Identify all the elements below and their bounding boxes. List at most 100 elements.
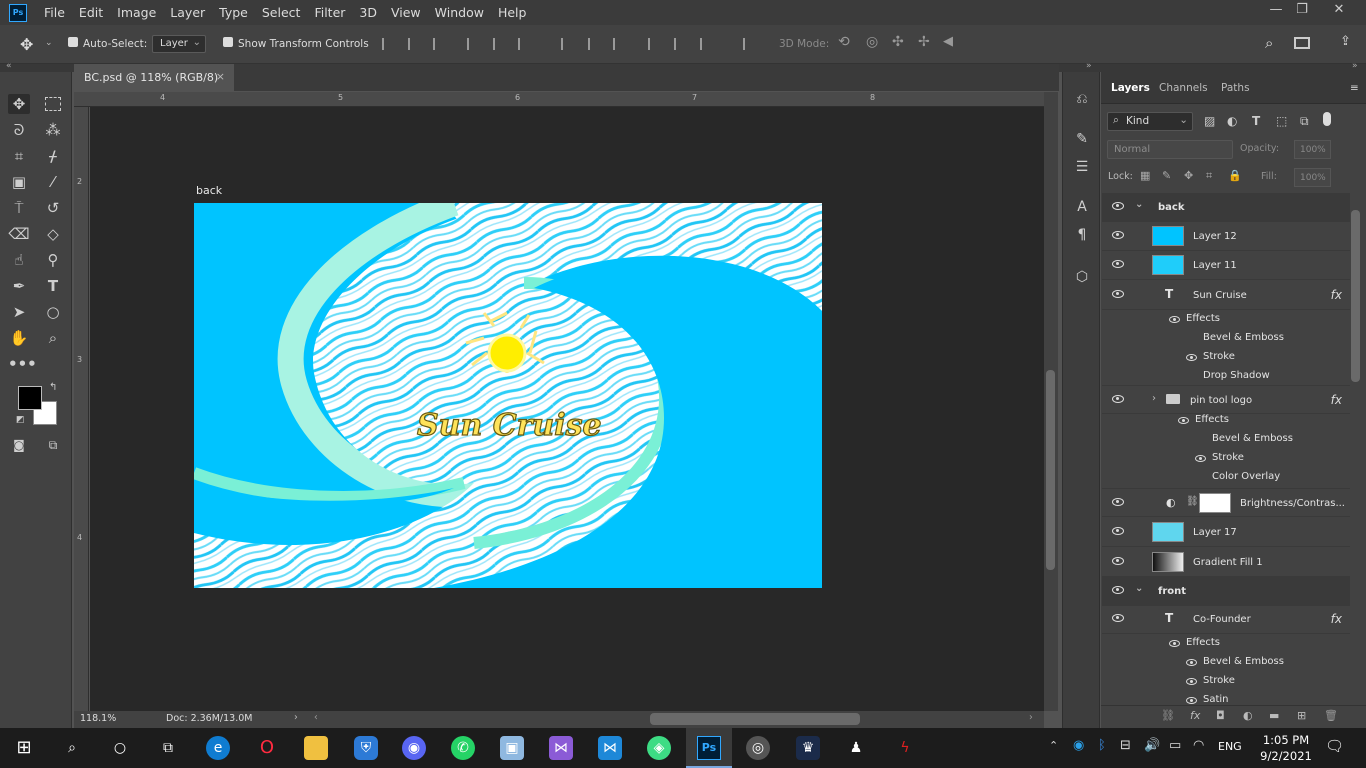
fx-badge[interactable]: fx <box>1331 393 1342 407</box>
3d-viewer-icon[interactable]: ▣ <box>500 736 524 760</box>
scroll-right-icon[interactable]: › <box>1029 712 1033 723</box>
fx-badge[interactable]: fx <box>1331 612 1342 626</box>
vscode-icon[interactable]: ⋈ <box>598 736 622 760</box>
visibility-eye-icon[interactable] <box>1112 557 1124 565</box>
menu-help[interactable]: Help <box>498 5 527 20</box>
3d-drag-icon[interactable]: ✣ <box>892 34 904 50</box>
quick-mask-icon[interactable]: ◙ <box>8 435 30 455</box>
swap-colors-icon[interactable]: ↰ <box>49 382 57 393</box>
horizontal-scroll-thumb[interactable] <box>650 713 860 725</box>
fx-badge[interactable]: fx <box>1331 288 1342 302</box>
collapse-mid-icon[interactable]: » <box>1086 61 1092 71</box>
visibility-eye-icon[interactable] <box>1169 316 1180 323</box>
lock-all-icon[interactable]: 🔒 <box>1228 169 1242 182</box>
brush-tool-icon[interactable]: ⁄ <box>42 172 64 192</box>
align-left-icon[interactable] <box>467 38 479 50</box>
3d-roll-icon[interactable]: ◎ <box>866 34 878 50</box>
character-panel-icon[interactable]: A <box>1073 198 1091 216</box>
discord-icon[interactable]: ◉ <box>402 736 426 760</box>
media-app-icon[interactable]: ◎ <box>746 736 770 760</box>
lock-position-icon[interactable]: ✥ <box>1184 169 1193 182</box>
foreground-color-swatch[interactable] <box>18 386 42 410</box>
panel-menu-icon[interactable]: ≡ <box>1350 82 1359 94</box>
healing-brush-tool-icon[interactable]: ▣ <box>8 172 30 192</box>
tray-edge-icon[interactable]: ◉ <box>1073 738 1084 753</box>
link-layers-icon[interactable]: ⛓ <box>1161 709 1175 722</box>
blend-mode-dropdown[interactable]: Normal <box>1107 140 1233 159</box>
effect-stroke[interactable]: Stroke <box>1102 449 1350 468</box>
search-icon[interactable]: ⌕ <box>1265 34 1273 52</box>
visibility-eye-icon[interactable] <box>1112 202 1124 210</box>
distribute-hcenter-icon[interactable] <box>674 38 686 50</box>
paragraph-panel-icon[interactable]: ¶ <box>1073 226 1091 244</box>
layer-row-brightness-contrast[interactable]: ◐ ⛓ Brightness/Contras... <box>1102 488 1350 517</box>
effect-bevel-emboss[interactable]: Bevel & Emboss <box>1102 430 1350 449</box>
distribute-right-icon[interactable] <box>700 38 712 50</box>
magic-wand-tool-icon[interactable]: ⁂ <box>42 120 64 140</box>
menu-layer[interactable]: Layer <box>170 5 205 20</box>
menu-file[interactable]: File <box>44 5 65 20</box>
add-style-icon[interactable]: fx <box>1190 709 1200 722</box>
visual-studio-icon[interactable]: ⋈ <box>549 736 573 760</box>
auto-select-checkbox[interactable] <box>68 37 78 47</box>
new-adjustment-icon[interactable]: ◐ <box>1243 709 1253 722</box>
terminal-app-icon[interactable]: ♟ <box>844 736 868 760</box>
layer-row-sun-cruise[interactable]: T Sun Cruise fx <box>1102 281 1350 310</box>
document-tab[interactable]: BC.psd @ 118% (RGB/8) × <box>74 64 234 91</box>
effect-bevel-emboss[interactable]: Bevel & Emboss <box>1102 653 1350 672</box>
network-icon[interactable]: ⊟ <box>1120 738 1131 753</box>
restore-button[interactable]: ❐ <box>1287 2 1317 22</box>
edge-browser-icon[interactable]: e <box>206 736 230 760</box>
visibility-eye-icon[interactable] <box>1186 678 1197 685</box>
security-app-icon[interactable]: ⛨ <box>354 736 378 760</box>
search-icon[interactable]: ⌕ <box>60 736 84 760</box>
menu-select[interactable]: Select <box>262 5 301 20</box>
status-menu-arrow-icon[interactable]: › <box>294 712 298 723</box>
android-studio-icon[interactable]: ◈ <box>647 736 671 760</box>
visibility-eye-icon[interactable] <box>1112 290 1124 298</box>
layer-row-layer11[interactable]: Layer 11 <box>1102 251 1350 280</box>
menu-type[interactable]: Type <box>219 5 248 20</box>
effects-row[interactable]: Effects <box>1102 411 1350 430</box>
vertical-scroll-thumb[interactable] <box>1046 370 1055 570</box>
new-layer-icon[interactable]: ⊞ <box>1297 709 1306 722</box>
transform-controls-checkbox[interactable] <box>223 37 233 47</box>
zoom-tool-icon[interactable]: ⌕ <box>42 328 64 348</box>
layer-row-co-founder[interactable]: T Co-Founder fx <box>1102 605 1350 634</box>
layer-row-layer12[interactable]: Layer 12 <box>1102 222 1350 251</box>
effect-bevel-emboss[interactable]: Bevel & Emboss <box>1102 329 1350 348</box>
workspace-icon[interactable] <box>1294 37 1310 49</box>
tool-preset-chevron-icon[interactable]: ⌄ <box>45 38 53 48</box>
dodge-tool-icon[interactable]: ⚲ <box>42 250 64 270</box>
effect-stroke[interactable]: Stroke <box>1102 672 1350 691</box>
visibility-eye-icon[interactable] <box>1112 231 1124 239</box>
artboard-canvas[interactable]: Sun Cruise <box>194 203 822 588</box>
ellipse-tool-icon[interactable]: ○ <box>42 302 64 322</box>
menu-filter[interactable]: Filter <box>314 5 345 20</box>
cortana-icon[interactable]: ○ <box>108 736 132 760</box>
align-bottom-icon[interactable] <box>433 38 445 50</box>
file-explorer-icon[interactable] <box>304 736 328 760</box>
filter-shape-icon[interactable]: ⬚ <box>1276 114 1287 128</box>
visibility-eye-icon[interactable] <box>1112 586 1124 594</box>
link-icon[interactable]: ⛓ <box>1186 496 1199 507</box>
layer-row-gradient-fill[interactable]: Gradient Fill 1 <box>1102 548 1350 577</box>
visibility-eye-icon[interactable] <box>1195 455 1206 462</box>
close-window-button[interactable]: ✕ <box>1324 2 1354 22</box>
align-hcenter-icon[interactable] <box>493 38 505 50</box>
type-tool-icon[interactable]: T <box>42 276 64 296</box>
windows-start-icon[interactable]: ⊞ <box>12 736 36 760</box>
new-group-icon[interactable]: ▬ <box>1269 709 1279 722</box>
effects-row[interactable]: Effects <box>1102 310 1350 329</box>
effect-satin[interactable]: Satin <box>1102 691 1350 705</box>
game-app-icon[interactable]: ♛ <box>796 736 820 760</box>
tab-paths[interactable]: Paths <box>1221 82 1250 94</box>
layer-group-front[interactable]: ⌄ front <box>1102 577 1350 606</box>
share-icon[interactable]: ⇪ <box>1340 34 1351 49</box>
filter-adjustment-icon[interactable]: ◐ <box>1227 114 1237 128</box>
marquee-tool-icon[interactable] <box>45 97 61 111</box>
filter-type-icon[interactable]: T <box>1252 114 1260 128</box>
lock-image-icon[interactable]: ✎ <box>1162 169 1171 182</box>
lock-artboard-icon[interactable]: ⌗ <box>1206 169 1212 183</box>
menu-view[interactable]: View <box>391 5 421 20</box>
